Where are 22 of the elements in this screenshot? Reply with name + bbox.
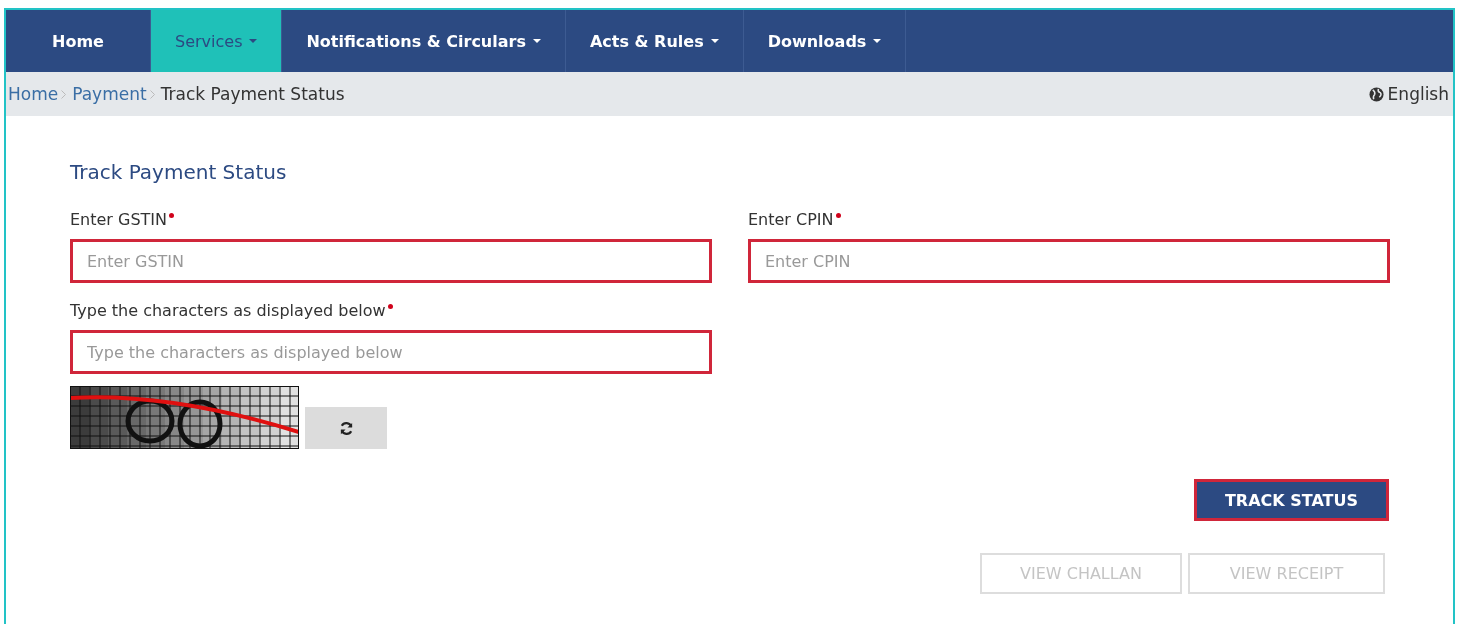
language-link[interactable]: English bbox=[1387, 84, 1449, 104]
chevron-icon bbox=[61, 89, 67, 99]
field-label: Type the characters as displayed below bbox=[70, 301, 386, 320]
field-label: Enter GSTIN bbox=[70, 210, 168, 229]
refresh-icon bbox=[338, 420, 354, 436]
field-label: Enter CPIN bbox=[748, 210, 834, 229]
form-title: Track Payment Status bbox=[70, 160, 288, 184]
caret-icon bbox=[873, 39, 882, 43]
chevron-icon bbox=[149, 89, 155, 99]
caret-icon bbox=[532, 39, 541, 43]
nav-tab[interactable]: Services bbox=[151, 10, 283, 72]
refresh-button[interactable] bbox=[305, 407, 387, 449]
caret-icon bbox=[249, 39, 258, 43]
input-field[interactable]: Type the characters as displayed below bbox=[70, 330, 712, 374]
input-field[interactable]: Enter CPIN bbox=[748, 239, 1390, 283]
breadcrumb-link[interactable]: Payment bbox=[72, 84, 147, 104]
breadcrumb-current: Track Payment Status bbox=[160, 84, 345, 104]
breadcrumb-link[interactable]: Home bbox=[8, 84, 59, 104]
globe-icon bbox=[1368, 86, 1384, 102]
track-status-button[interactable]: TRACK STATUS bbox=[1193, 479, 1389, 521]
input-field[interactable]: Enter GSTIN bbox=[70, 239, 712, 283]
caret-icon bbox=[710, 39, 719, 43]
